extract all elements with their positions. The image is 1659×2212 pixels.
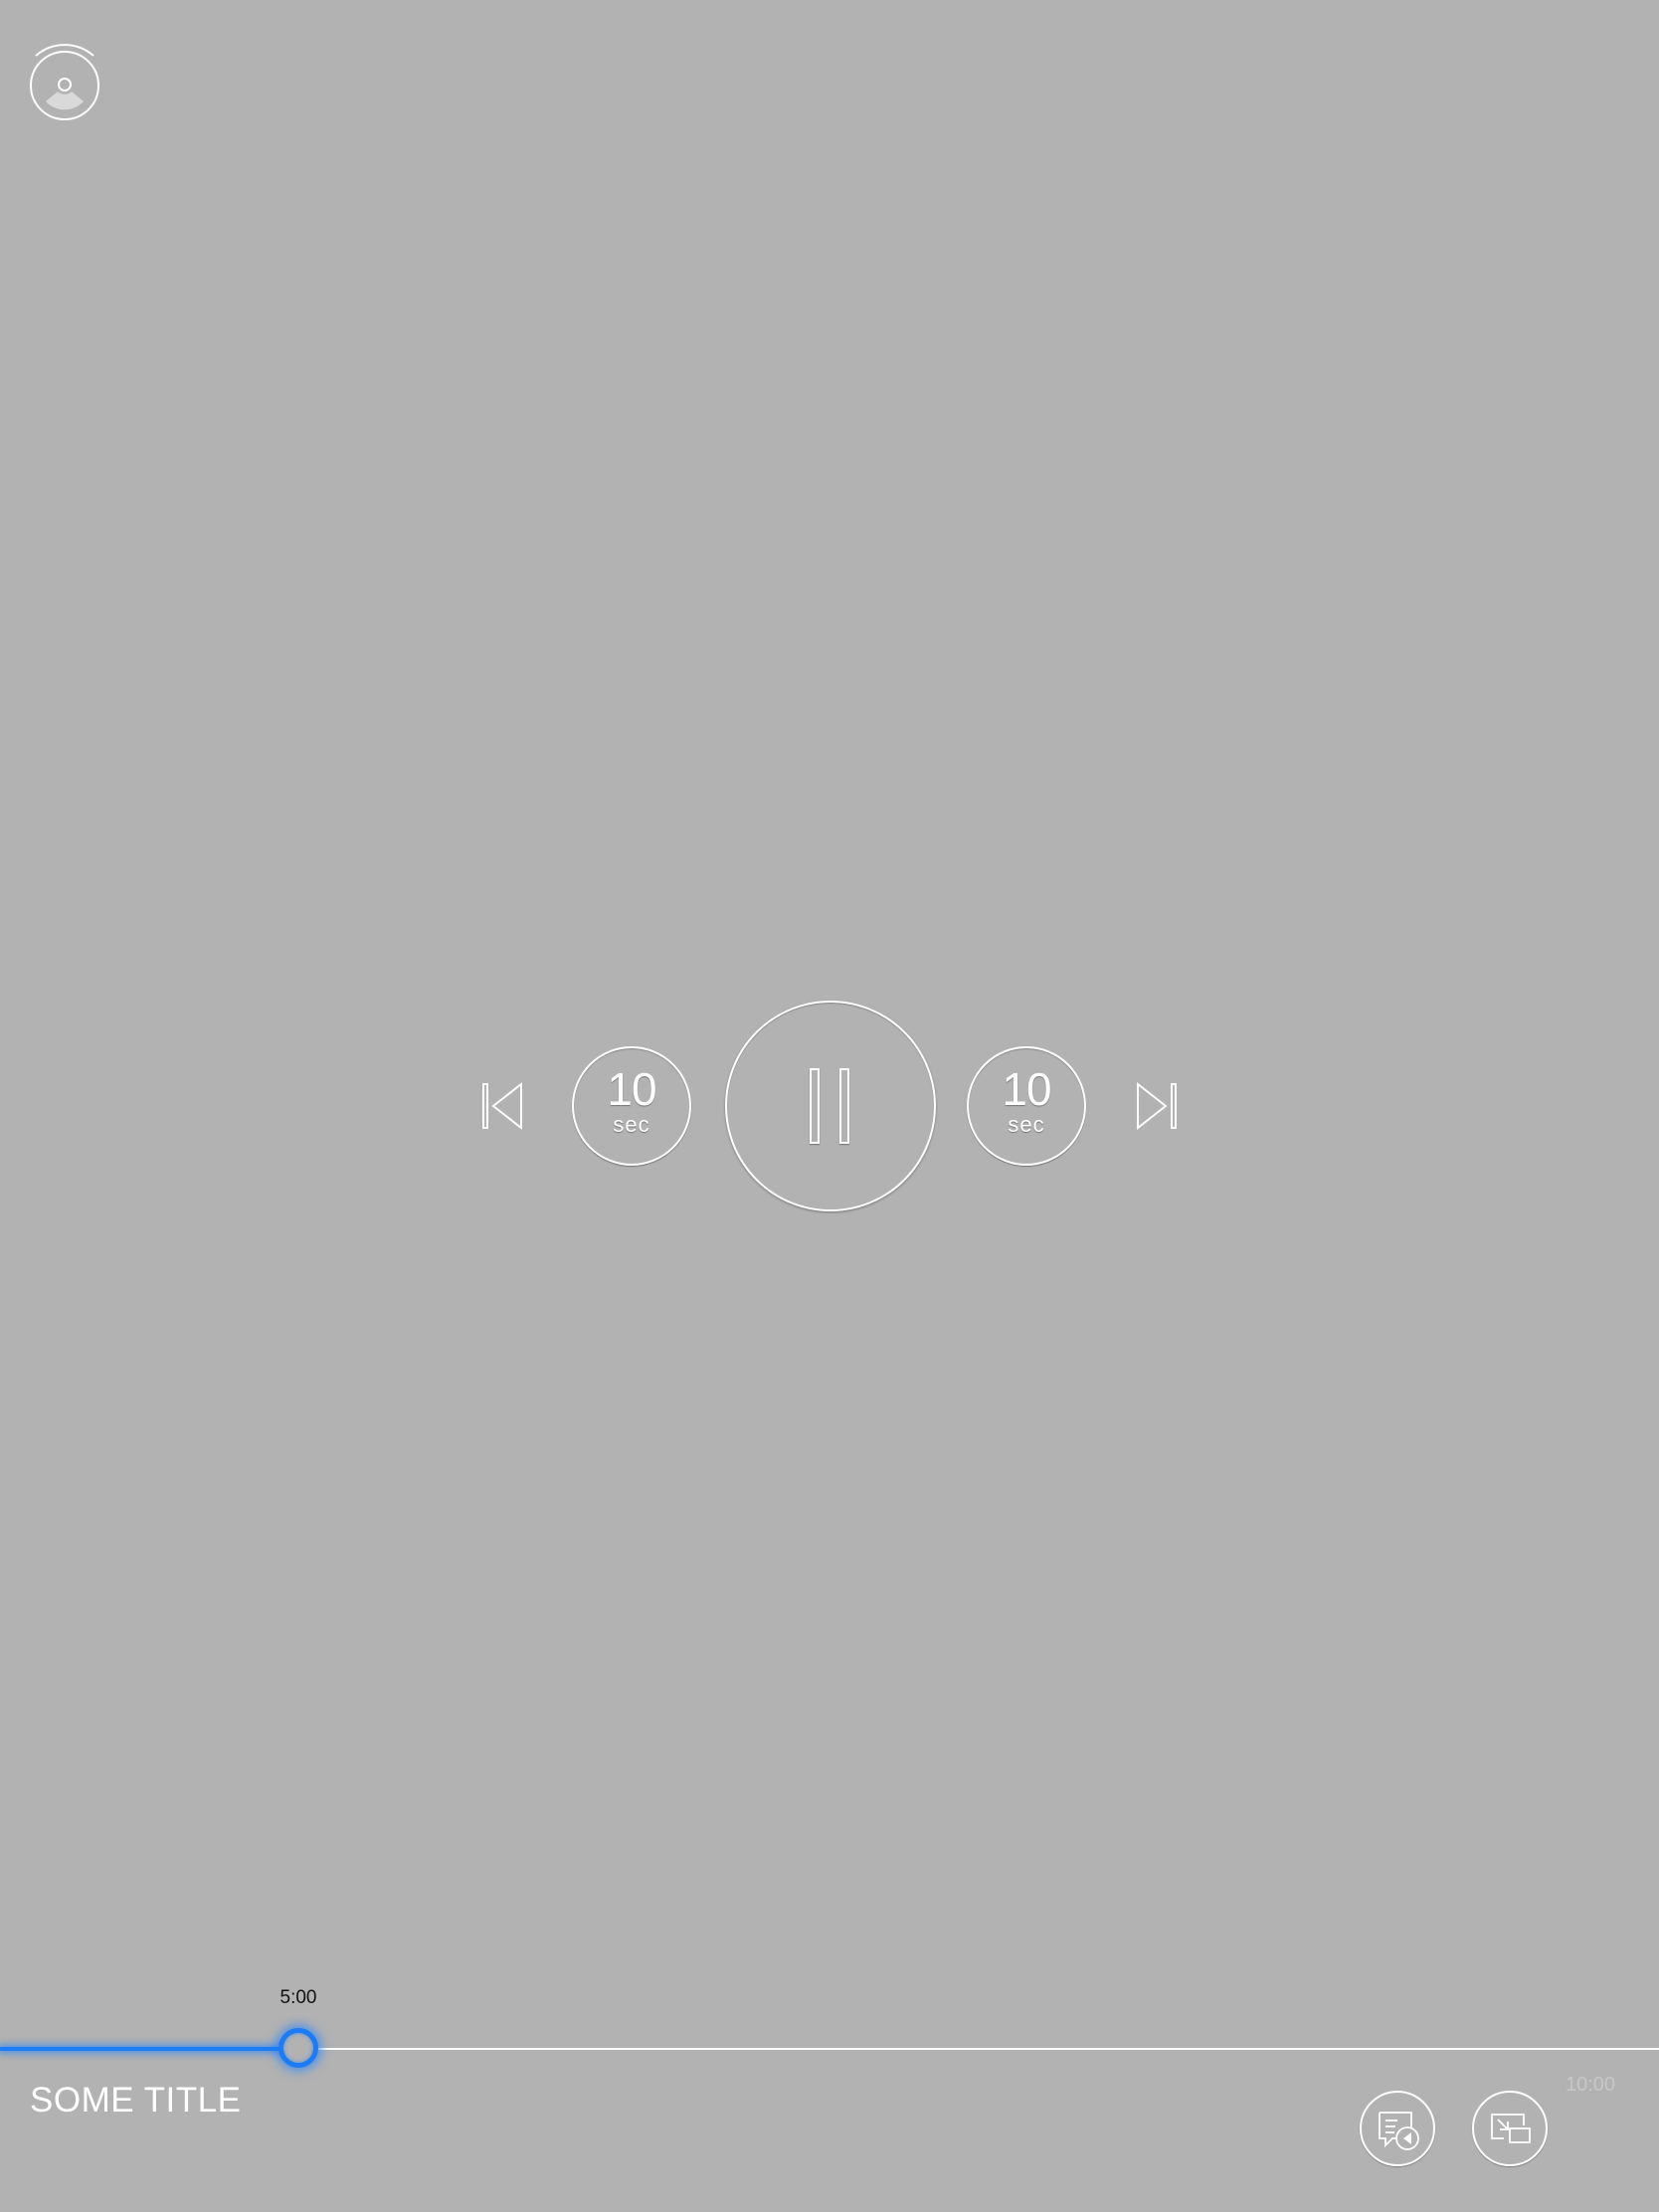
scrubber-progress [0, 2047, 298, 2051]
audio-subtitles-icon [1379, 2112, 1419, 2150]
picture-in-picture-icon [1491, 2114, 1531, 2143]
next-track-button[interactable] [1134, 1080, 1180, 1132]
airplay-icon[interactable] [28, 40, 101, 121]
skip-back-button[interactable]: 10 sec [572, 1046, 691, 1166]
pause-button[interactable] [725, 1001, 936, 1211]
skip-back-unit: sec [613, 1112, 650, 1137]
skip-forward-unit: sec [1008, 1112, 1045, 1137]
skip-forward-amount: 10 [1002, 1063, 1051, 1115]
audio-subtitles-button[interactable] [1360, 2091, 1435, 2166]
total-time: 10:00 [1566, 2074, 1616, 2096]
video-player: 10 sec 10 sec 5:00 SOME TITLE 10:00 [0, 0, 1659, 2212]
picture-in-picture-button[interactable] [1472, 2091, 1548, 2166]
current-time: 5:00 [279, 1987, 317, 2008]
skip-back-amount: 10 [607, 1063, 656, 1115]
next-track-icon [1137, 1081, 1177, 1131]
scrubber-thumb[interactable] [278, 2028, 318, 2068]
media-title: SOME TITLE [30, 2081, 242, 2120]
scrubber-track[interactable] [0, 2028, 1659, 2068]
skip-forward-button[interactable]: 10 sec [967, 1046, 1086, 1166]
previous-track-button[interactable] [479, 1080, 525, 1132]
previous-track-icon [482, 1081, 522, 1131]
